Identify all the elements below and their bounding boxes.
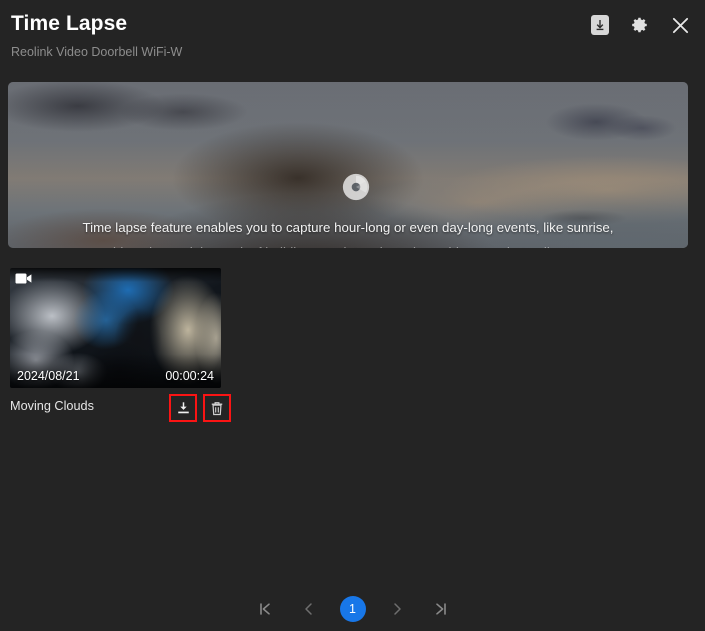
close-icon [672, 17, 688, 33]
time-lapse-card: 2024/08/21 00:00:24 Moving Clouds [10, 268, 231, 428]
header-download-button[interactable] [589, 14, 611, 36]
header-actions [589, 14, 691, 36]
pagination-next-button[interactable] [384, 596, 410, 622]
trash-icon [211, 401, 223, 415]
pagination-first-button[interactable] [252, 596, 278, 622]
chevron-left-icon [304, 603, 312, 615]
thumbnail-duration: 00:00:24 [165, 369, 214, 383]
settings-button[interactable] [629, 14, 651, 36]
promo-banner: Time lapse feature enables you to captur… [8, 82, 688, 248]
card-title: Moving Clouds [10, 399, 94, 413]
gear-icon [632, 17, 647, 33]
device-name: Reolink Video Doorbell WiFi-W [11, 45, 183, 59]
aperture-icon [342, 173, 370, 201]
pagination-prev-button[interactable] [296, 596, 322, 622]
card-action-group [169, 394, 231, 422]
thumbnail-date: 2024/08/21 [17, 369, 80, 383]
download-icon [591, 15, 609, 35]
card-delete-button[interactable] [203, 394, 231, 422]
pagination-current-page[interactable]: 1 [339, 596, 366, 622]
window-header: Time Lapse Reolink Video Doorbell WiFi-W [0, 0, 705, 78]
chevron-right-icon [393, 603, 401, 615]
banner-description: Time lapse feature enables you to captur… [82, 220, 614, 248]
card-thumbnail[interactable]: 2024/08/21 00:00:24 [10, 268, 221, 388]
card-download-button[interactable] [169, 394, 197, 422]
card-footer: Moving Clouds [10, 388, 231, 428]
pagination-last-button[interactable] [428, 596, 454, 622]
close-button[interactable] [669, 14, 691, 36]
skip-to-last-icon [435, 603, 446, 615]
pagination: 1 [0, 594, 705, 624]
thumbnail-top-gradient [10, 268, 221, 282]
page-title: Time Lapse [11, 12, 128, 35]
time-lapse-window: Time Lapse Reolink Video Doorbell WiFi-W [0, 0, 705, 631]
skip-to-first-icon [259, 603, 270, 615]
download-icon [177, 401, 189, 413]
video-camera-icon [15, 273, 32, 284]
